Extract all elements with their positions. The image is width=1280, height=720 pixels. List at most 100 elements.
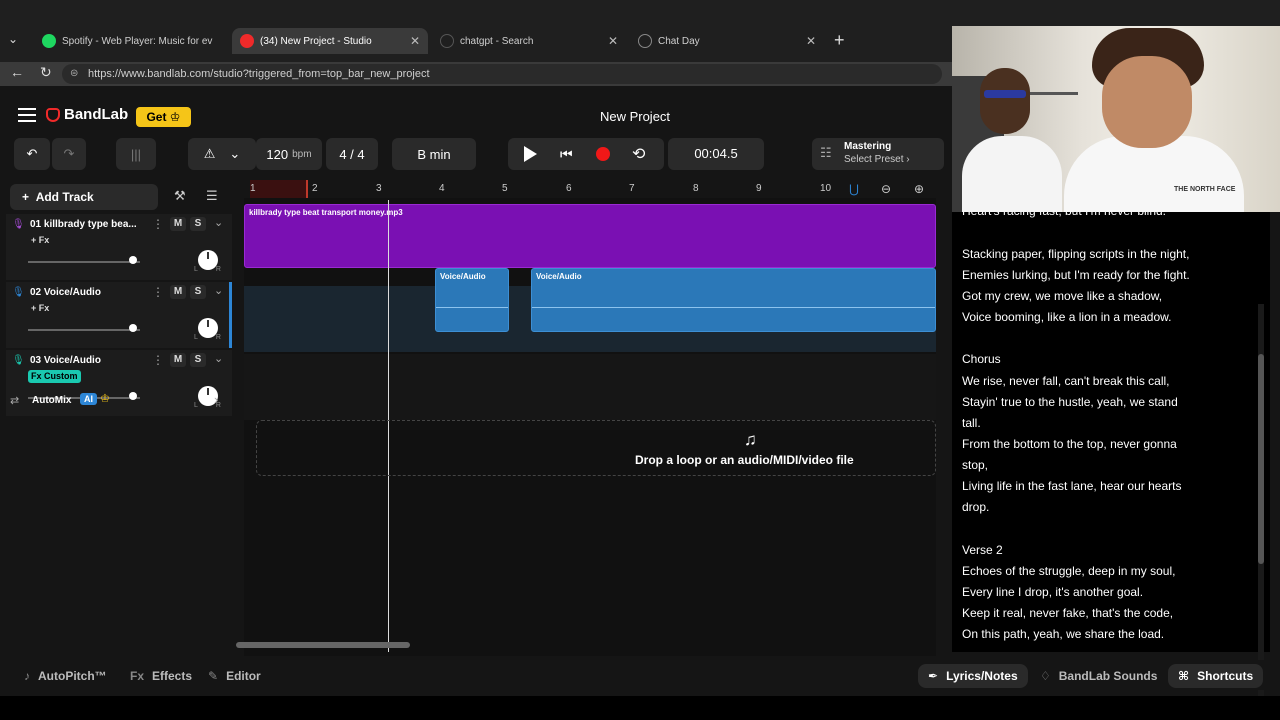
tempo-field[interactable]: 120 bpm <box>256 138 322 170</box>
menu-icon[interactable] <box>18 108 36 122</box>
site-info-icon[interactable]: ⊜ <box>70 64 78 84</box>
lyric-heading: Chorus <box>962 352 1001 366</box>
track-name[interactable]: 02 Voice/Audio <box>30 287 148 298</box>
track-name[interactable]: 03 Voice/Audio <box>30 355 148 366</box>
pan-lr-label: LR <box>194 334 239 341</box>
add-fx-button[interactable]: + Fx <box>28 234 52 247</box>
undo-button[interactable]: ↶ <box>14 138 50 170</box>
solo-button[interactable]: S <box>190 285 206 299</box>
chevron-down-icon[interactable]: ⌄ <box>214 284 223 297</box>
back-icon[interactable]: ← <box>10 64 24 80</box>
automix-row[interactable]: ⇄ AutoMix AI ♔ › <box>6 386 232 416</box>
more-options-icon[interactable]: ⋮ <box>152 217 164 231</box>
volume-slider[interactable] <box>28 261 140 263</box>
mic-icon: 🎙 <box>12 355 25 366</box>
chevron-down-icon[interactable]: ⌄ <box>214 352 223 365</box>
close-icon[interactable]: ✕ <box>806 34 816 48</box>
more-options-icon[interactable]: ⋮ <box>152 285 164 299</box>
audio-clip[interactable]: Voice/Audio <box>531 268 936 332</box>
piano-keys-button[interactable]: ||| <box>116 138 156 170</box>
loop-region[interactable] <box>250 180 308 198</box>
effects-label: Effects <box>152 669 193 683</box>
lyrics-scrollbar[interactable] <box>1258 304 1264 720</box>
time-signature-field[interactable]: 4 / 4 <box>326 138 378 170</box>
mute-button[interactable]: M <box>170 353 186 367</box>
autopitch-button[interactable]: ♪ AutoPitch™ <box>24 664 107 688</box>
drop-zone-text: Drop a loop or an audio/MIDI/video file <box>635 453 854 467</box>
tab-label: chatgpt - Search <box>460 35 534 47</box>
clip-label: Voice/Audio <box>440 272 486 281</box>
bandlab-logo[interactable]: BandLab <box>46 106 128 123</box>
play-icon[interactable] <box>524 146 537 162</box>
automix-icon: ⇄ <box>10 395 20 407</box>
mastering-button[interactable]: ☷ Mastering Select Preset › <box>812 138 944 170</box>
more-options-icon[interactable]: ⋮ <box>152 353 164 367</box>
timeline-ruler[interactable]: 1 2 3 4 5 6 7 8 9 10 ⋃ ⊖ ⊕ <box>244 180 936 198</box>
lyrics-notes-button[interactable]: ✒ Lyrics/Notes <box>918 664 1028 688</box>
reload-icon[interactable]: ↻ <box>40 64 52 81</box>
redo-button[interactable]: ↷ <box>52 138 86 170</box>
search-icon <box>440 34 454 48</box>
snap-magnet-icon[interactable]: ⋃ <box>849 182 859 196</box>
bottom-strip <box>0 696 1280 720</box>
bar-number: 10 <box>820 183 832 194</box>
tab-search-chevron-icon[interactable]: ⌄ <box>8 32 18 46</box>
track-lane-2[interactable]: Voice/Audio Voice/Audio <box>244 268 936 352</box>
solo-button[interactable]: S <box>190 217 206 231</box>
url-field[interactable]: ⊜ https://www.bandlab.com/studio?trigger… <box>62 64 942 84</box>
track-name[interactable]: 01 killbrady type bea... <box>30 219 148 230</box>
magic-wand-icon[interactable]: ⚒ <box>174 188 186 204</box>
track-header[interactable]: 🎙 02 Voice/Audio ⋮ M S ⌄ + Fx LR <box>6 282 232 348</box>
loop-icon[interactable]: ⟲ <box>632 144 645 164</box>
volume-slider-thumb[interactable] <box>129 324 137 332</box>
mixer-icon[interactable]: ☰ <box>206 188 218 204</box>
track-header[interactable]: 🎙 01 killbrady type bea... ⋮ M S ⌄ + Fx … <box>6 214 232 280</box>
close-icon[interactable]: ✕ <box>410 34 420 48</box>
pen-icon: ✒ <box>928 669 939 683</box>
tempo-value: 120 <box>266 146 289 162</box>
lyrics-notes-panel[interactable]: Heart's racing fast, but I'm never blind… <box>952 210 1270 652</box>
fx-custom-badge[interactable]: Fx Custom <box>28 370 81 383</box>
tab-chatgpt-search[interactable]: chatgpt - Search ✕ <box>432 28 626 54</box>
project-title[interactable]: New Project <box>560 109 710 124</box>
audio-clip[interactable]: Voice/Audio <box>435 268 509 332</box>
mute-button[interactable]: M <box>170 217 186 231</box>
bar-number: 2 <box>312 183 318 194</box>
audio-clip[interactable]: killbrady type beat transport money.mp3 <box>244 204 936 268</box>
chevron-right-icon[interactable]: › <box>214 392 218 407</box>
tab-studio[interactable]: (34) New Project - Studio ✕ <box>232 28 428 54</box>
bar-number: 8 <box>693 183 699 194</box>
horizontal-scrollbar[interactable] <box>236 642 410 648</box>
effects-button[interactable]: Fx Effects <box>130 664 192 688</box>
add-fx-button[interactable]: + Fx <box>28 302 52 315</box>
mute-button[interactable]: M <box>170 285 186 299</box>
chevron-down-icon[interactable]: ⌄ <box>214 216 223 229</box>
shortcuts-button[interactable]: ⌘ Shortcuts <box>1168 664 1264 688</box>
timeline[interactable]: 1 2 3 4 5 6 7 8 9 10 ⋃ ⊖ ⊕ killbrady typ… <box>244 180 936 656</box>
volume-slider-thumb[interactable] <box>129 256 137 264</box>
editor-button[interactable]: ✎ Editor <box>208 664 261 688</box>
bandlab-sounds-button[interactable]: ♢ BandLab Sounds <box>1040 664 1157 688</box>
key-field[interactable]: B min <box>392 138 476 170</box>
record-icon[interactable] <box>596 147 610 161</box>
scrollbar-thumb[interactable] <box>1258 354 1264 564</box>
zoom-in-icon[interactable]: ⊕ <box>914 182 924 196</box>
zoom-out-icon[interactable]: ⊖ <box>881 182 891 196</box>
tab-spotify[interactable]: Spotify - Web Player: Music for ev <box>34 28 228 54</box>
close-icon[interactable]: ✕ <box>608 34 618 48</box>
tab-chat-day[interactable]: Chat Day ✕ <box>630 28 824 54</box>
bar-number: 3 <box>376 183 382 194</box>
metronome-button[interactable]: ⚠ ⌄ <box>188 138 256 170</box>
new-tab-icon[interactable]: + <box>834 30 845 51</box>
get-membership-button[interactable]: Get ♔ <box>136 107 191 127</box>
lyric-line: Stacking paper, flipping scripts in the … <box>962 247 1190 261</box>
track-lane-3[interactable] <box>244 354 936 420</box>
solo-button[interactable]: S <box>190 353 206 367</box>
volume-slider[interactable] <box>28 329 140 331</box>
add-track-button[interactable]: + Add Track <box>10 184 158 210</box>
add-track-label: Add Track <box>35 190 94 204</box>
get-label: Get <box>146 110 167 124</box>
drop-zone[interactable] <box>256 420 936 476</box>
skip-back-icon[interactable]: ⏮ <box>560 146 573 163</box>
lyric-heading: Verse 2 <box>962 543 1003 557</box>
